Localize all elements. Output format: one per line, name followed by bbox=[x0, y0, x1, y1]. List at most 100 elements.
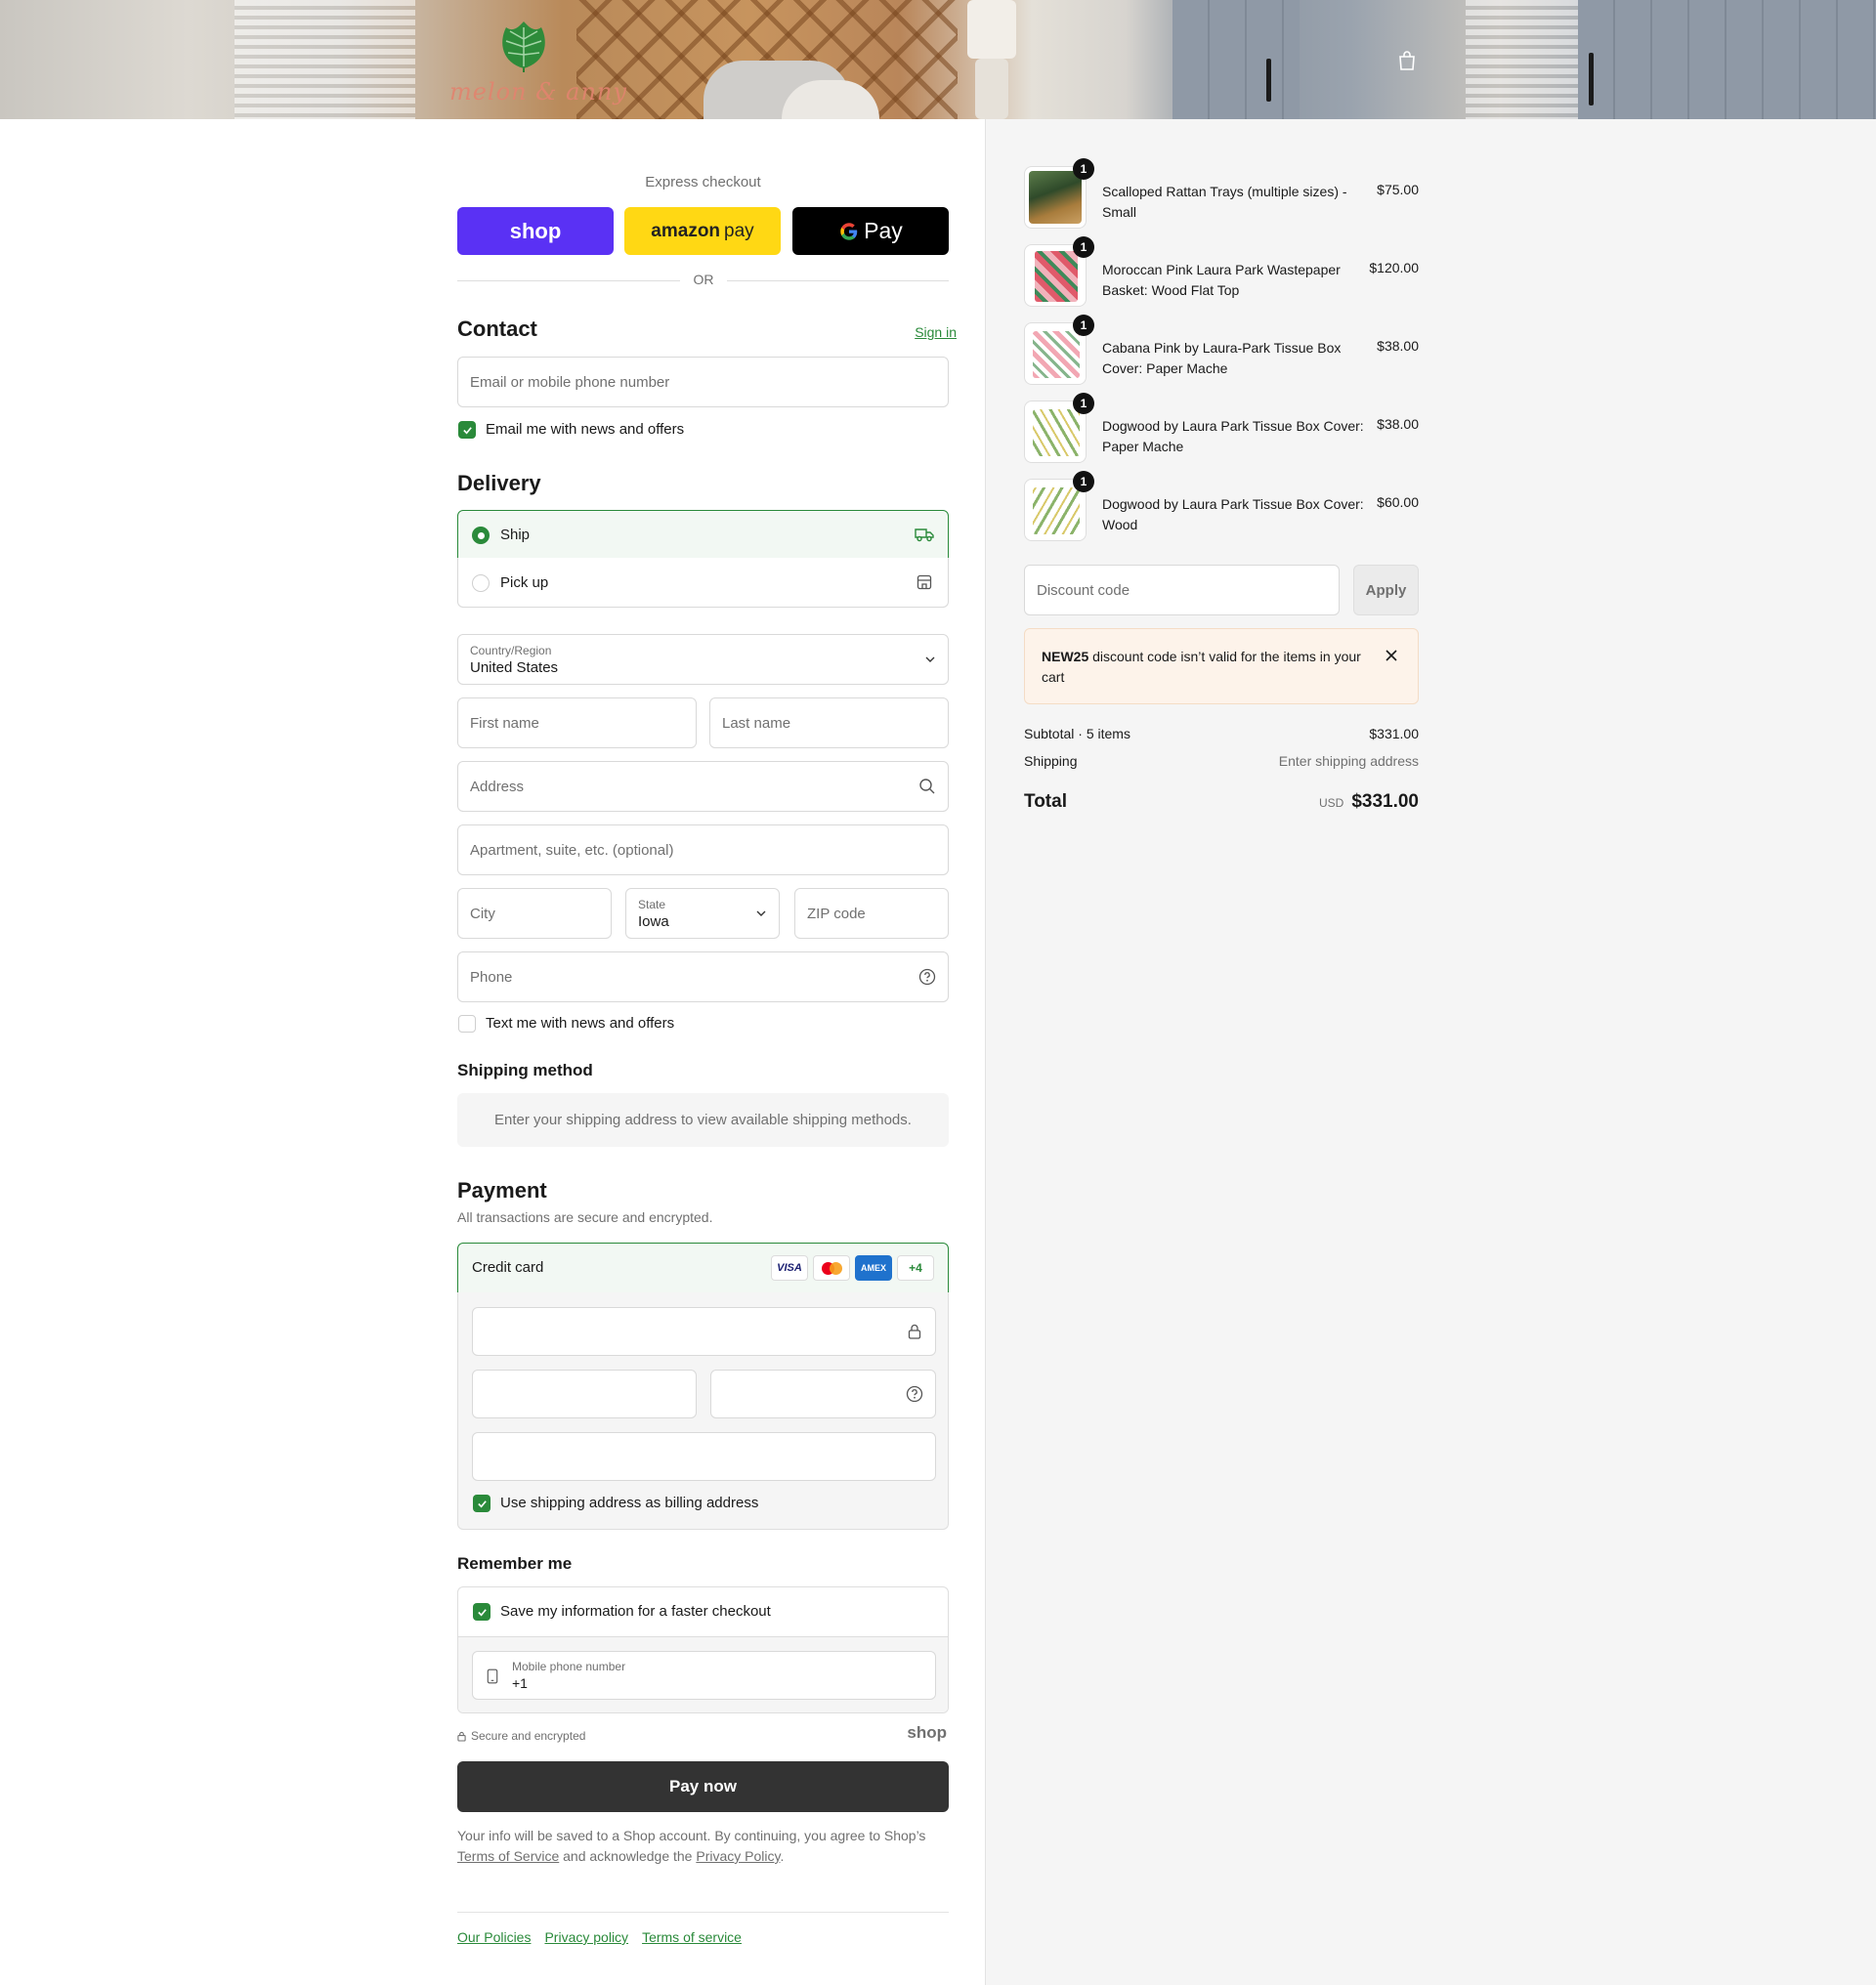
discount-placeholder: Discount code bbox=[1037, 581, 1130, 599]
delivery-option-ship[interactable]: Ship bbox=[457, 510, 949, 559]
door-handle bbox=[1266, 59, 1271, 102]
mastercard-icon bbox=[813, 1255, 850, 1281]
payment-heading: Payment bbox=[457, 1178, 547, 1203]
expiration-date-field[interactable] bbox=[472, 1370, 697, 1418]
shopping-bag-icon[interactable] bbox=[1395, 49, 1419, 72]
discount-warning: NEW25 discount code isn’t valid for the … bbox=[1024, 628, 1419, 704]
door-handle bbox=[1589, 53, 1594, 106]
mobile-phone-label: Mobile phone number bbox=[512, 1660, 626, 1673]
pickup-radio[interactable] bbox=[472, 574, 490, 592]
door bbox=[1172, 0, 1300, 119]
shop-pay-button[interactable]: shop bbox=[457, 207, 614, 255]
legal-text-1: Your info will be saved to a Shop accoun… bbox=[457, 1828, 926, 1843]
security-code-field[interactable] bbox=[710, 1370, 936, 1418]
ship-radio[interactable] bbox=[472, 527, 490, 544]
store-logo[interactable]: melon & anny bbox=[449, 16, 626, 106]
order-summary-panel bbox=[985, 119, 1876, 1985]
warning-code: NEW25 bbox=[1042, 649, 1089, 664]
google-g-icon bbox=[840, 222, 858, 240]
sign-in-link[interactable]: Sign in bbox=[915, 324, 957, 340]
text-news-checkbox[interactable] bbox=[458, 1015, 476, 1033]
country-value: United States bbox=[470, 658, 559, 676]
subtotal-value: $331.00 bbox=[1369, 726, 1419, 741]
address-placeholder: Address bbox=[470, 778, 525, 795]
total-value: $331.00 bbox=[1351, 791, 1419, 812]
item-price: $60.00 bbox=[1377, 494, 1419, 510]
zip-field[interactable]: ZIP code bbox=[794, 888, 949, 939]
terms-of-service-footer-link[interactable]: Terms of service bbox=[642, 1929, 742, 1945]
email-field[interactable]: Email or mobile phone number bbox=[457, 357, 949, 407]
or-divider-text: OR bbox=[680, 272, 727, 287]
line-item: 1 Cabana Pink by Laura-Park Tissue Box C… bbox=[1024, 315, 1419, 385]
country-select[interactable]: Country/Region United States bbox=[457, 634, 949, 685]
our-policies-link[interactable]: Our Policies bbox=[457, 1929, 531, 1945]
apply-discount-button[interactable]: Apply bbox=[1353, 565, 1419, 615]
lamp bbox=[967, 0, 1016, 59]
lock-icon bbox=[908, 1324, 921, 1339]
legal-text-2: and acknowledge the bbox=[563, 1848, 693, 1864]
discount-code-input[interactable]: Discount code bbox=[1024, 565, 1340, 615]
help-icon[interactable] bbox=[906, 1385, 923, 1403]
apartment-field[interactable]: Apartment, suite, etc. (optional) bbox=[457, 824, 949, 875]
email-placeholder: Email or mobile phone number bbox=[470, 373, 670, 391]
warning-message: NEW25 discount code isn’t valid for the … bbox=[1042, 647, 1364, 688]
item-name: Moroccan Pink Laura Park Wastepaper Bask… bbox=[1102, 262, 1341, 298]
zip-placeholder: ZIP code bbox=[807, 905, 866, 922]
quantity-badge: 1 bbox=[1073, 393, 1094, 414]
quantity-badge: 1 bbox=[1073, 315, 1094, 336]
quantity-badge: 1 bbox=[1073, 471, 1094, 492]
billing-address-checkbox[interactable] bbox=[473, 1495, 490, 1512]
billing-address-label: Use shipping address as billing address bbox=[500, 1495, 759, 1511]
remember-me-box: Save my information for a faster checkou… bbox=[457, 1586, 949, 1713]
privacy-policy-link[interactable]: Privacy Policy bbox=[696, 1848, 780, 1864]
delivery-option-pickup[interactable]: Pick up bbox=[457, 558, 949, 608]
delivery-heading: Delivery bbox=[457, 471, 541, 495]
amazon-pay-button[interactable]: amazon pay bbox=[624, 207, 781, 255]
visa-icon: VISA bbox=[771, 1255, 808, 1281]
credit-card-option[interactable]: Credit card VISA AMEX +4 bbox=[457, 1243, 949, 1293]
save-info-label: Save my information for a faster checkou… bbox=[500, 1603, 771, 1620]
state-label: State bbox=[638, 897, 666, 911]
shipping-method-message: Enter your shipping address to view avai… bbox=[457, 1093, 949, 1147]
close-icon[interactable] bbox=[1385, 649, 1398, 662]
item-name: Dogwood by Laura Park Tissue Box Cover: … bbox=[1102, 496, 1364, 532]
checkmark-icon bbox=[477, 1499, 487, 1507]
mobile-phone-value: +1 bbox=[512, 1675, 528, 1691]
chevron-down-icon bbox=[925, 656, 935, 662]
door bbox=[1578, 0, 1876, 119]
terms-of-service-link[interactable]: Terms of Service bbox=[457, 1848, 559, 1864]
phone-field[interactable]: Phone bbox=[457, 951, 949, 1002]
privacy-policy-footer-link[interactable]: Privacy policy bbox=[544, 1929, 628, 1945]
name-on-card-field[interactable] bbox=[472, 1432, 936, 1481]
item-name: Dogwood by Laura Park Tissue Box Cover: … bbox=[1102, 418, 1364, 454]
express-checkout-title: Express checkout bbox=[645, 174, 761, 190]
mobile-phone-field[interactable]: Mobile phone number +1 bbox=[472, 1651, 936, 1700]
shipping-value: Enter shipping address bbox=[1278, 753, 1419, 769]
gpay-label: Pay bbox=[864, 218, 903, 243]
state-select[interactable]: State Iowa bbox=[625, 888, 780, 939]
last-name-field[interactable]: Last name bbox=[709, 697, 949, 748]
card-number-field[interactable] bbox=[472, 1307, 936, 1356]
store-icon bbox=[917, 574, 932, 590]
quantity-badge: 1 bbox=[1073, 158, 1094, 180]
line-item: 1 Moroccan Pink Laura Park Wastepaper Ba… bbox=[1024, 236, 1419, 307]
item-price: $75.00 bbox=[1377, 182, 1419, 197]
lock-icon bbox=[457, 1731, 466, 1742]
pay-now-button[interactable]: Pay now bbox=[457, 1761, 949, 1812]
city-field[interactable]: City bbox=[457, 888, 612, 939]
help-icon[interactable] bbox=[918, 968, 936, 986]
first-name-field[interactable]: First name bbox=[457, 697, 697, 748]
total-label: Total bbox=[1024, 791, 1067, 812]
currency-code: USD bbox=[1318, 796, 1344, 810]
city-placeholder: City bbox=[470, 905, 495, 922]
search-icon bbox=[919, 779, 935, 794]
item-price: $38.00 bbox=[1377, 416, 1419, 432]
amazon-pay-label: pay bbox=[724, 220, 754, 241]
header-banner: melon & anny bbox=[0, 0, 1876, 119]
save-info-checkbox[interactable] bbox=[473, 1603, 490, 1621]
item-name: Scalloped Rattan Trays (multiple sizes) … bbox=[1102, 184, 1347, 220]
quantity-badge: 1 bbox=[1073, 236, 1094, 258]
google-pay-button[interactable]: Pay bbox=[792, 207, 949, 255]
address-field[interactable]: Address bbox=[457, 761, 949, 812]
email-news-checkbox[interactable] bbox=[458, 421, 476, 439]
